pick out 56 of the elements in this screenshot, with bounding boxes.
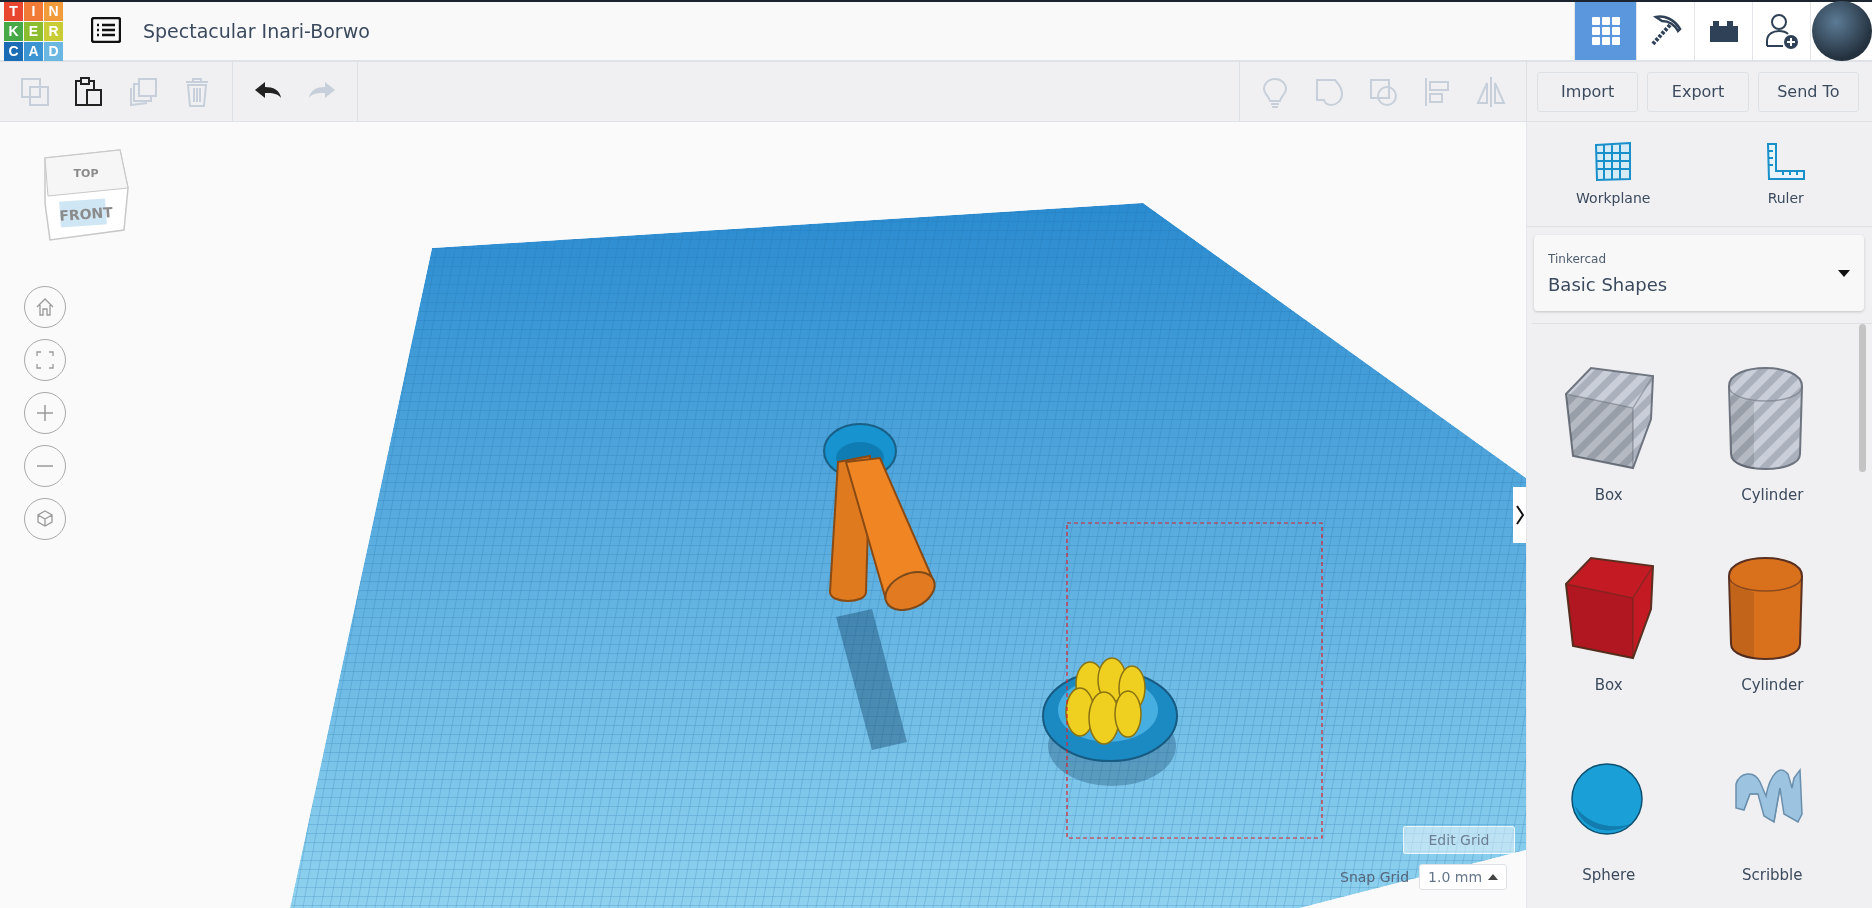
shape-item[interactable]: Box bbox=[1527, 336, 1691, 526]
zoom-out-button[interactable] bbox=[24, 445, 66, 487]
grid-icon bbox=[1590, 16, 1621, 46]
copy-icon bbox=[19, 75, 51, 108]
logo-tile: E bbox=[24, 21, 43, 41]
logo-tile: C bbox=[4, 41, 23, 61]
perspective-button[interactable] bbox=[24, 498, 66, 540]
list-icon bbox=[91, 16, 121, 43]
logo-tile: N bbox=[44, 1, 63, 21]
design-title[interactable]: Spectacular Inari-Borwo bbox=[143, 20, 370, 42]
shape-library-dropdown[interactable]: Tinkercad Basic Shapes bbox=[1534, 235, 1864, 311]
shape-item[interactable]: Cylinder bbox=[1690, 336, 1854, 526]
home-icon bbox=[34, 296, 56, 318]
scrollbar-thumb[interactable] bbox=[1859, 324, 1866, 472]
chevron-right-icon bbox=[1515, 505, 1524, 525]
toolbar-button[interactable]: Export bbox=[1647, 71, 1749, 112]
zoom-in-icon bbox=[34, 402, 56, 424]
profile-button[interactable] bbox=[1810, 2, 1872, 60]
shape-item[interactable]: Sphere bbox=[1527, 716, 1691, 906]
home-button[interactable] bbox=[24, 286, 66, 328]
top-face-label: TOP bbox=[73, 167, 99, 180]
shape-item[interactable]: Box bbox=[1527, 526, 1691, 716]
fit-view-icon bbox=[34, 349, 56, 371]
brick-icon bbox=[1707, 18, 1740, 44]
bricks-button[interactable] bbox=[1694, 2, 1752, 60]
snap-grid-dropdown[interactable]: 1.0 mm bbox=[1419, 864, 1508, 890]
workplane-icon bbox=[1593, 142, 1634, 182]
front-face-label: FRONT bbox=[58, 204, 114, 224]
caret-up-icon bbox=[1488, 874, 1499, 880]
shape-item[interactable]: Cylinder bbox=[1690, 526, 1854, 716]
zoom-in-button[interactable] bbox=[24, 392, 66, 434]
clipboard-icon bbox=[73, 75, 105, 108]
fit-view-button[interactable] bbox=[24, 339, 66, 381]
logo-tile: A bbox=[24, 41, 43, 61]
toolbar-button[interactable]: Send To bbox=[1757, 71, 1859, 112]
logo-tile: I bbox=[24, 1, 43, 21]
ruler-icon bbox=[1765, 142, 1806, 182]
logo-tile: T bbox=[4, 1, 23, 21]
snap-grid-label: Snap Grid bbox=[1340, 869, 1410, 885]
add-user-icon bbox=[1763, 12, 1800, 50]
avatar-placeholder bbox=[1811, 1, 1872, 61]
mirror-icon bbox=[1475, 75, 1507, 108]
zoom-out-icon bbox=[34, 464, 56, 468]
logo-tile: R bbox=[44, 21, 63, 41]
toolbar-button[interactable]: Import bbox=[1537, 71, 1639, 112]
shape-item[interactable]: Scribble bbox=[1690, 716, 1854, 906]
logo-tile: D bbox=[44, 41, 63, 61]
caret-down-icon bbox=[1838, 269, 1850, 277]
pickaxe-button[interactable] bbox=[1636, 2, 1694, 60]
collapse-panel-tab[interactable] bbox=[1513, 487, 1526, 543]
workplane-tool-button[interactable]: Workplane bbox=[1527, 122, 1700, 226]
logo-tile: K bbox=[4, 21, 23, 41]
ruler-tool-button[interactable]: Ruler bbox=[1699, 122, 1872, 226]
menu-button[interactable] bbox=[91, 16, 121, 46]
duplicate-icon bbox=[127, 75, 159, 108]
add-user-button[interactable] bbox=[1752, 2, 1810, 60]
